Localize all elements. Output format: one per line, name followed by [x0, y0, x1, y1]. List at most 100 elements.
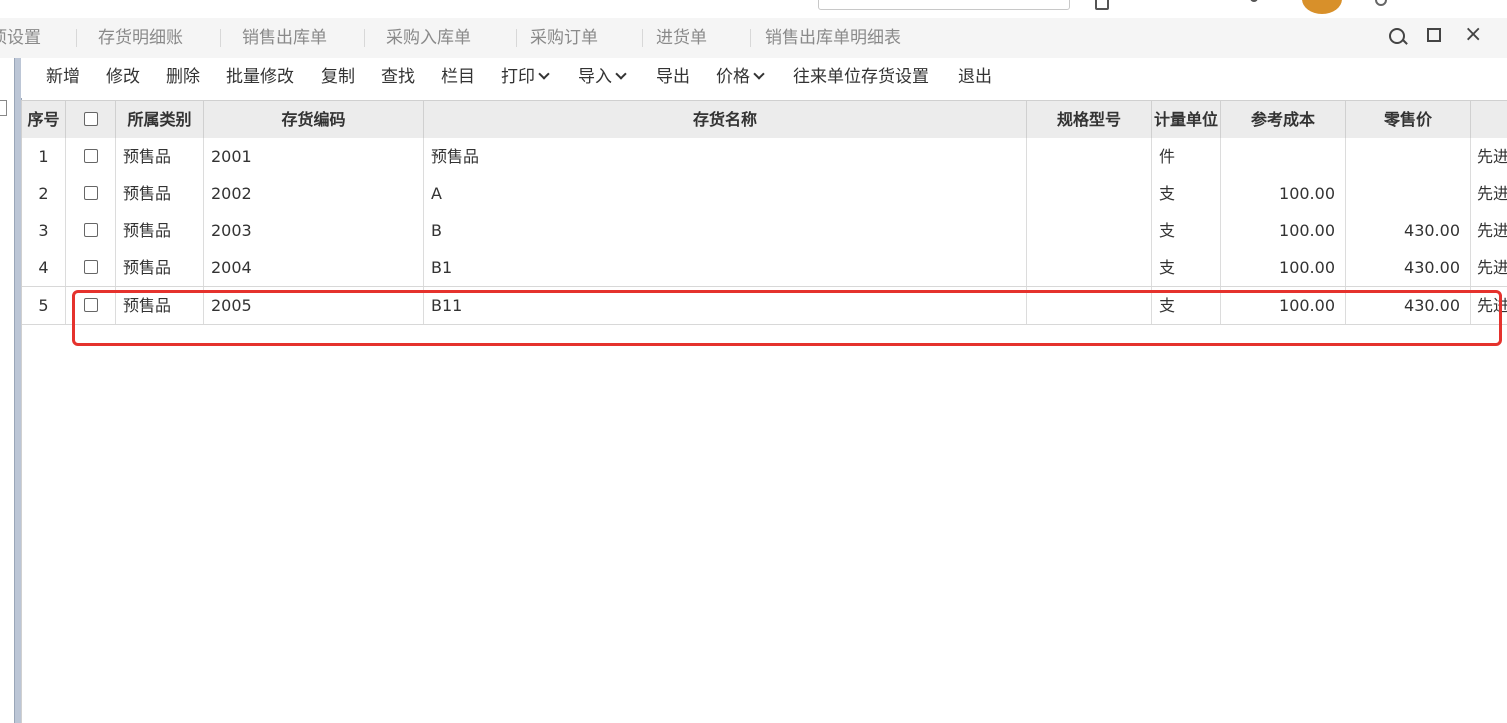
price-button[interactable]: 价格: [716, 58, 765, 98]
col-code[interactable]: 存货编码: [204, 101, 424, 138]
row-checkbox[interactable]: [83, 297, 98, 312]
cell-spec: [1027, 287, 1152, 324]
cell-retail-price: [1346, 175, 1471, 212]
chevron-down-icon: [753, 68, 765, 80]
row-checkbox-cell[interactable]: [66, 212, 116, 249]
chevron-down-icon: [615, 68, 627, 80]
tab-purchase-inbound[interactable]: 采购入库单: [386, 18, 471, 58]
cell-category: 预售品: [116, 175, 204, 212]
print-label: 打印: [501, 67, 535, 87]
toolbar: 新增 修改 删除 批量修改 复制 查找 栏目 打印 导入 导出 价格 往来单位存…: [21, 58, 1507, 98]
cell-spec: [1027, 138, 1152, 175]
grid-header: 序号 所属类别 存货编码 存货名称 规格型号 计量单位 参考成本 零售价: [22, 100, 1507, 139]
top-notification-icon[interactable]: [1250, 0, 1258, 2]
tab-divider: [76, 29, 77, 47]
row-checkbox-cell[interactable]: [66, 175, 116, 212]
cell-code: 2004: [204, 249, 424, 286]
price-label: 价格: [716, 67, 750, 87]
columns-button[interactable]: 栏目: [441, 58, 475, 98]
table-row[interactable]: 1 预售品 2001 预售品 件 先进: [22, 138, 1507, 176]
row-checkbox[interactable]: [83, 259, 98, 274]
batch-edit-button[interactable]: 批量修改: [226, 58, 294, 98]
tab-divider: [364, 29, 365, 47]
cell-name: B11: [424, 287, 1027, 324]
partner-settings-button[interactable]: 往来单位存货设置: [793, 58, 929, 98]
edit-button[interactable]: 修改: [106, 58, 140, 98]
tab-item-settings[interactable]: 项设置: [0, 18, 41, 58]
top-search-box[interactable]: [818, 0, 1070, 10]
col-unit[interactable]: 计量单位: [1152, 101, 1221, 138]
cell-spec: [1027, 212, 1152, 249]
delete-button[interactable]: 删除: [166, 58, 200, 98]
cell-category: 预售品: [116, 138, 204, 175]
row-checkbox[interactable]: [83, 222, 98, 237]
col-category[interactable]: 所属类别: [116, 101, 204, 138]
cell-name: B: [424, 212, 1027, 249]
cell-extra: 先进: [1477, 296, 1507, 315]
tab-sales-outbound[interactable]: 销售出库单: [242, 18, 327, 58]
select-all-checkbox[interactable]: [83, 111, 98, 126]
top-strip: [0, 0, 1507, 18]
export-button[interactable]: 导出: [656, 58, 690, 98]
table-row[interactable]: 2 预售品 2002 A 支 100.00 先进: [22, 175, 1507, 213]
col-extra[interactable]: [1471, 101, 1507, 138]
cell-extra: 先进: [1477, 147, 1507, 166]
tab-divider: [516, 29, 517, 47]
cell-code: 2001: [204, 138, 424, 175]
tab-purchase-order[interactable]: 采购订单: [530, 18, 598, 58]
cell-name: A: [424, 175, 1027, 212]
left-frame: [0, 58, 14, 723]
cell-seq: 3: [22, 212, 66, 249]
cell-code: 2003: [204, 212, 424, 249]
col-name[interactable]: 存货名称: [424, 101, 1027, 138]
top-help-icon[interactable]: [1375, 0, 1387, 6]
cell-code: 2005: [204, 287, 424, 324]
tab-divider: [750, 29, 751, 47]
table-row[interactable]: 5 预售品 2005 B11 支 100.00 430.00 先进: [22, 287, 1507, 325]
tab-divider: [220, 29, 221, 47]
cell-retail-price: 430.00: [1346, 287, 1471, 324]
col-seq[interactable]: 序号: [22, 101, 66, 138]
tab-inventory-detail[interactable]: 存货明细账: [98, 18, 183, 58]
cell-category: 预售品: [116, 249, 204, 286]
cell-name: B1: [424, 249, 1027, 286]
row-checkbox[interactable]: [83, 148, 98, 163]
col-ref-cost[interactable]: 参考成本: [1221, 101, 1346, 138]
cell-ref-cost: 100.00: [1221, 212, 1346, 249]
cell-spec: [1027, 249, 1152, 286]
new-button[interactable]: 新增: [46, 58, 80, 98]
row-checkbox-cell[interactable]: [66, 138, 116, 175]
import-label: 导入: [578, 67, 612, 87]
row-checkbox-cell[interactable]: [66, 249, 116, 286]
tab-goods-receipt[interactable]: 进货单: [656, 18, 707, 58]
cell-unit: 支: [1152, 249, 1221, 286]
find-button[interactable]: 查找: [381, 58, 415, 98]
col-retail-price[interactable]: 零售价: [1346, 101, 1471, 138]
inventory-grid: 序号 所属类别 存货编码 存货名称 规格型号 计量单位 参考成本 零售价 1 预…: [21, 100, 1507, 723]
cell-ref-cost: 100.00: [1221, 249, 1346, 286]
fullscreen-icon[interactable]: [1427, 28, 1441, 42]
chevron-down-icon: [538, 68, 550, 80]
col-select-all[interactable]: [66, 101, 116, 138]
cell-unit: 支: [1152, 287, 1221, 324]
left-collapse-handle[interactable]: [0, 100, 7, 116]
copy-button[interactable]: 复制: [321, 58, 355, 98]
cell-retail-price: [1346, 138, 1471, 175]
tab-sales-outbound-detail[interactable]: 销售出库单明细表: [765, 18, 901, 58]
cell-seq: 5: [22, 287, 66, 324]
close-icon[interactable]: ×: [1464, 24, 1482, 46]
cell-ref-cost: 100.00: [1221, 175, 1346, 212]
mascot-icon: [1302, 0, 1342, 14]
top-tool-icon[interactable]: [1095, 0, 1109, 10]
exit-button[interactable]: 退出: [958, 58, 992, 98]
table-row[interactable]: 4 预售品 2004 B1 支 100.00 430.00 先进: [22, 249, 1507, 287]
cell-extra: 先进: [1477, 221, 1507, 240]
import-button[interactable]: 导入: [578, 58, 627, 98]
cell-ref-cost: 100.00: [1221, 287, 1346, 324]
row-checkbox[interactable]: [83, 185, 98, 200]
col-spec[interactable]: 规格型号: [1027, 101, 1152, 138]
cell-seq: 1: [22, 138, 66, 175]
print-button[interactable]: 打印: [501, 58, 550, 98]
table-row[interactable]: 3 预售品 2003 B 支 100.00 430.00 先进: [22, 212, 1507, 250]
row-checkbox-cell[interactable]: [66, 287, 116, 324]
